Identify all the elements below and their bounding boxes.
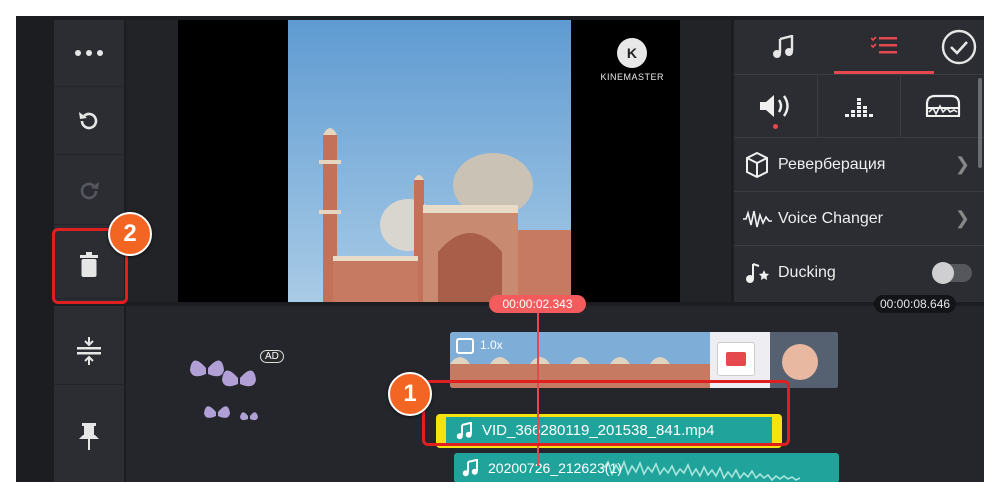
audio-clip-2-name: 20200726_212623(1) bbox=[488, 460, 622, 476]
check-circle-icon bbox=[941, 29, 977, 65]
tab-music[interactable] bbox=[734, 20, 834, 74]
voice-changer-item[interactable]: Voice Changer ❯ bbox=[734, 192, 984, 246]
ad-badge: AD bbox=[260, 350, 284, 363]
timeline-ruler bbox=[436, 312, 776, 322]
confirm-button[interactable] bbox=[934, 20, 984, 74]
ducking-icon bbox=[742, 262, 772, 284]
audio-settings-panel: Реверберация ❯ Voice Changer ❯ Ducking bbox=[734, 20, 984, 302]
undo-button[interactable] bbox=[54, 88, 124, 155]
envelope-button[interactable] bbox=[901, 75, 984, 137]
active-indicator bbox=[773, 124, 779, 129]
chevron-right-icon: ❯ bbox=[954, 208, 970, 228]
redo-button[interactable] bbox=[54, 158, 124, 225]
mosque-image bbox=[288, 20, 571, 302]
equalizer-button[interactable] bbox=[818, 75, 902, 137]
split-icon bbox=[77, 337, 101, 365]
ducking-toggle[interactable] bbox=[932, 261, 972, 284]
reverb-item[interactable]: Реверберация ❯ bbox=[734, 138, 984, 192]
waveform-envelope-icon bbox=[925, 94, 960, 117]
watermark-text: KINEMASTER bbox=[600, 72, 664, 82]
video-preview[interactable]: K KINEMASTER bbox=[178, 20, 680, 302]
pin-button[interactable] bbox=[54, 404, 124, 470]
preview-frame bbox=[288, 20, 571, 302]
cube-icon bbox=[742, 151, 772, 178]
kinemaster-watermark: K KINEMASTER bbox=[600, 38, 664, 82]
sticker-layer[interactable]: AD bbox=[186, 346, 286, 436]
end-time: 00:00:08.646 bbox=[874, 295, 957, 313]
equalizer-icon bbox=[845, 98, 873, 117]
volume-icon bbox=[760, 95, 790, 117]
undo-icon bbox=[79, 112, 98, 130]
redo-icon bbox=[80, 182, 99, 200]
volume-button[interactable] bbox=[734, 75, 818, 137]
panel-tabs bbox=[734, 20, 984, 75]
audio-clip-2[interactable]: 20200726_212623(1) bbox=[454, 453, 839, 482]
music-note-icon bbox=[462, 459, 478, 477]
chevron-right-icon: ❯ bbox=[954, 154, 970, 174]
annotation-box-audio-clip bbox=[422, 380, 790, 446]
split-button[interactable] bbox=[54, 318, 124, 385]
current-time: 00:00:02.343 bbox=[489, 295, 586, 313]
step-2-badge: 2 bbox=[108, 212, 152, 256]
panel-scrollbar[interactable] bbox=[978, 78, 982, 168]
audio-mode-row bbox=[734, 75, 984, 138]
tab-settings-list[interactable] bbox=[834, 20, 934, 74]
voice-wave-icon bbox=[742, 209, 772, 228]
more-button[interactable] bbox=[54, 20, 124, 87]
ducking-item[interactable]: Ducking bbox=[734, 246, 984, 299]
more-icon bbox=[75, 50, 103, 56]
pin-icon bbox=[79, 423, 99, 450]
clip-speed: 1.0x bbox=[480, 338, 503, 352]
film-icon bbox=[456, 338, 474, 354]
reverb-label: Реверберация bbox=[778, 155, 886, 173]
voice-changer-label: Voice Changer bbox=[778, 209, 883, 227]
ducking-label: Ducking bbox=[778, 263, 836, 281]
transition-icon[interactable] bbox=[717, 342, 755, 376]
step-1-badge: 1 bbox=[388, 372, 432, 416]
music-note-icon bbox=[773, 35, 794, 58]
checklist-icon bbox=[871, 35, 897, 53]
kinemaster-logo-icon: K bbox=[617, 38, 648, 68]
